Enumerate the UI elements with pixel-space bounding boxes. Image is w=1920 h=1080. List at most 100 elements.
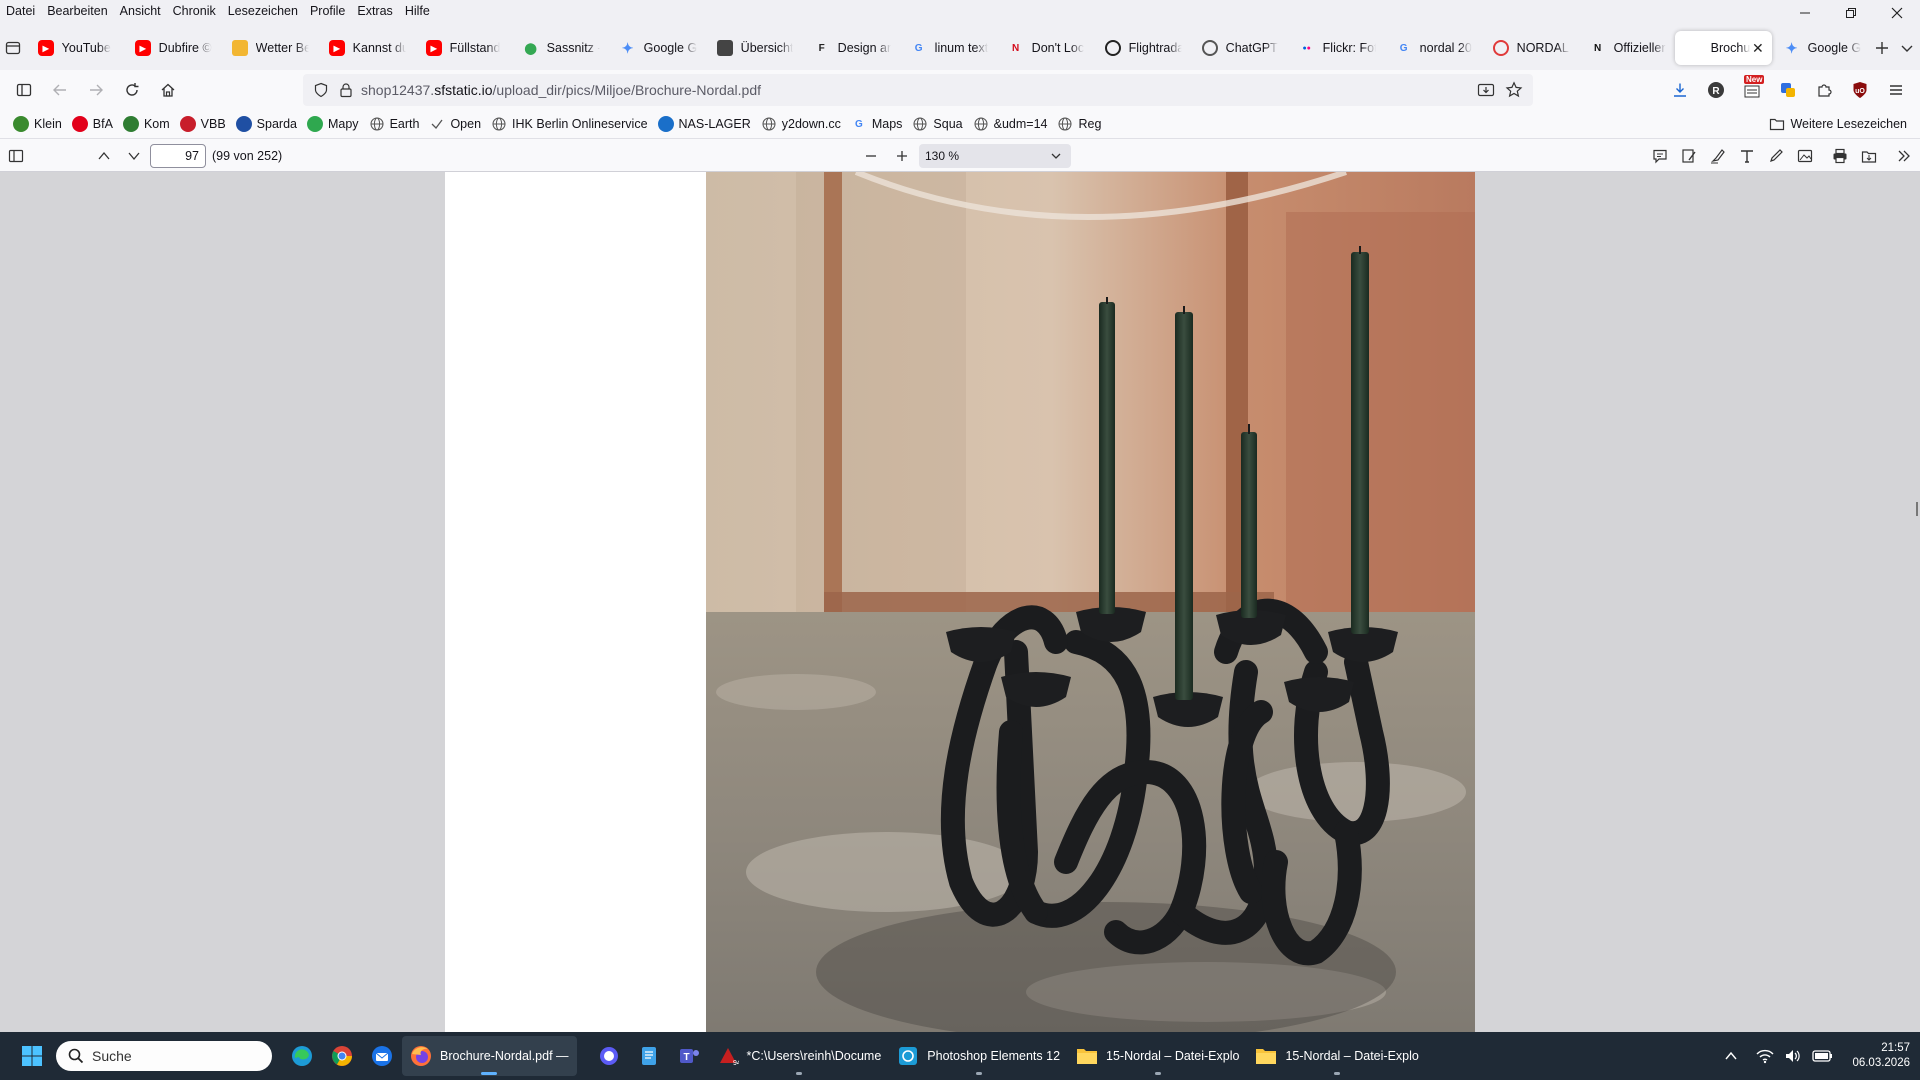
- back-button[interactable]: [42, 74, 78, 106]
- pdf-viewer[interactable]: [0, 172, 1920, 1032]
- restore-button[interactable]: [1828, 0, 1874, 26]
- tab-16[interactable]: N Offizieller: [1578, 31, 1675, 65]
- bookmark-7[interactable]: Open: [424, 112, 486, 136]
- chrome-taskbar-icon[interactable]: [322, 1036, 362, 1076]
- menu-hilfe[interactable]: Hilfe: [399, 4, 436, 18]
- tab-2[interactable]: Wetter Be: [220, 31, 317, 65]
- bookmark-12[interactable]: Squa: [907, 112, 967, 136]
- bookmark-8[interactable]: IHK Berlin Onlineservice: [486, 112, 652, 136]
- ublock-button[interactable]: uO: [1842, 74, 1878, 106]
- extensions-button[interactable]: [1806, 74, 1842, 106]
- tab-9[interactable]: Glinum text: [899, 31, 996, 65]
- menu-bearbeiten[interactable]: Bearbeiten: [41, 4, 113, 18]
- taskbar-app-firefox[interactable]: Brochure-Nordal.pdf —: [402, 1036, 577, 1076]
- bookmark-10[interactable]: y2down.cc: [756, 112, 846, 136]
- new-tab-button[interactable]: [1869, 30, 1895, 66]
- close-tab-icon[interactable]: ✕: [1752, 40, 1764, 57]
- menu-ansicht[interactable]: Ansicht: [114, 4, 167, 18]
- url-text[interactable]: shop12437.sfstatic.io/upload_dir/pics/Mi…: [361, 82, 761, 98]
- close-window-button[interactable]: [1874, 0, 1920, 26]
- start-button[interactable]: [12, 1036, 52, 1076]
- zoom-select[interactable]: 130 %: [919, 144, 1071, 168]
- menu-lesezeichen[interactable]: Lesezeichen: [222, 4, 304, 18]
- signature-button[interactable]: [1676, 143, 1702, 169]
- tab-18[interactable]: ✦ Google G: [1772, 31, 1869, 65]
- tab-5[interactable]: ⬤ Sassnitz -: [511, 31, 608, 65]
- tab-13[interactable]: ● ● Flickr: Fot: [1287, 31, 1384, 65]
- menu-profile[interactable]: Profile: [304, 4, 351, 18]
- print-button[interactable]: [1827, 143, 1853, 169]
- tab-4[interactable]: ▶ Füllstand: [414, 31, 511, 65]
- translate-extension-button[interactable]: [1770, 74, 1806, 106]
- text-button[interactable]: [1734, 143, 1760, 169]
- sidebar-toggle-button[interactable]: [6, 74, 42, 106]
- taskbar-app-photoshop[interactable]: Photoshop Elements 12: [889, 1036, 1068, 1076]
- tab-17[interactable]: Brochu ✕: [1674, 31, 1772, 65]
- bookmark-1[interactable]: BfA: [67, 112, 118, 136]
- notepad-taskbar-icon[interactable]: [629, 1036, 669, 1076]
- tab-6[interactable]: ✦ Google G: [608, 31, 705, 65]
- battery-icon[interactable]: [1812, 1049, 1834, 1063]
- bookmark-14[interactable]: Reg: [1052, 112, 1106, 136]
- bookmark-9[interactable]: NAS-LAGER: [653, 112, 756, 136]
- menu-datei[interactable]: Datei: [0, 4, 41, 18]
- save-pdf-button[interactable]: [1856, 143, 1882, 169]
- menu-extras[interactable]: Extras: [351, 4, 398, 18]
- zoom-in-button[interactable]: [889, 143, 915, 169]
- url-bar[interactable]: shop12437.sfstatic.io/upload_dir/pics/Mi…: [303, 74, 1533, 106]
- app-menu-button[interactable]: [1878, 74, 1914, 106]
- reload-button[interactable]: [114, 74, 150, 106]
- zoom-out-button[interactable]: [858, 143, 884, 169]
- speaker-icon[interactable]: [1784, 1048, 1802, 1064]
- list-all-tabs-button[interactable]: [1894, 30, 1920, 66]
- bookmark-11[interactable]: G Maps: [846, 112, 908, 136]
- home-button[interactable]: [150, 74, 186, 106]
- app-taskbar-icon-blue[interactable]: [589, 1036, 629, 1076]
- bookmark-star-icon[interactable]: [1505, 81, 1523, 99]
- tab-7[interactable]: Übersicht: [705, 31, 802, 65]
- bookmark-4[interactable]: Sparda: [231, 112, 302, 136]
- other-bookmarks-folder[interactable]: Weitere Lesezeichen: [1764, 112, 1912, 136]
- bookmark-6[interactable]: Earth: [364, 112, 425, 136]
- more-tools-button[interactable]: [1891, 143, 1917, 169]
- next-page-button[interactable]: [121, 143, 147, 169]
- profile-r-button[interactable]: R: [1698, 74, 1734, 106]
- reader-save-icon[interactable]: [1477, 82, 1495, 98]
- firefox-view-button[interactable]: [0, 30, 26, 66]
- taskbar-search[interactable]: Suche: [56, 1041, 272, 1071]
- tab-8[interactable]: F Design ar: [802, 31, 899, 65]
- pdf-sidebar-toggle[interactable]: [3, 143, 29, 169]
- edge-taskbar-icon[interactable]: [282, 1036, 322, 1076]
- bookmark-5[interactable]: Mapy: [302, 112, 364, 136]
- tab-11[interactable]: Flightrada: [1093, 31, 1190, 65]
- bookmark-13[interactable]: &udm=14: [968, 112, 1053, 136]
- taskbar-app-explorer-1[interactable]: 15-Nordal – Datei-Explo: [1068, 1036, 1247, 1076]
- forward-button[interactable]: [78, 74, 114, 106]
- image-button[interactable]: [1792, 143, 1818, 169]
- previous-page-button[interactable]: [91, 143, 117, 169]
- page-number-input[interactable]: [150, 144, 206, 168]
- bookmark-0[interactable]: Klein: [8, 112, 67, 136]
- tab-1[interactable]: ▶ Dubfire ©: [123, 31, 220, 65]
- downloads-button[interactable]: [1662, 74, 1698, 106]
- menu-chronik[interactable]: Chronik: [167, 4, 222, 18]
- taskbar-app-explorer-2[interactable]: 15-Nordal – Datei-Explo: [1247, 1036, 1426, 1076]
- teams-taskbar-icon[interactable]: T: [669, 1036, 709, 1076]
- clock[interactable]: 21:57 06.03.2026: [1852, 1041, 1910, 1071]
- bookmark-2[interactable]: Kom: [118, 112, 175, 136]
- tab-0[interactable]: ▶ YouTube: [26, 31, 123, 65]
- tab-15[interactable]: NORDAL -: [1481, 31, 1578, 65]
- minimize-button[interactable]: [1782, 0, 1828, 26]
- taskbar-app-pdf-editor[interactable]: 94 *C:\Users\reinh\Docume: [709, 1036, 890, 1076]
- tab-3[interactable]: ▶ Kannst du: [317, 31, 414, 65]
- tracking-protection-icon[interactable]: [313, 82, 329, 98]
- bookmark-3[interactable]: VBB: [175, 112, 231, 136]
- draw-button[interactable]: [1763, 143, 1789, 169]
- wifi-icon[interactable]: [1756, 1048, 1774, 1064]
- lock-icon[interactable]: [339, 82, 353, 98]
- tab-12[interactable]: ChatGPT: [1190, 31, 1287, 65]
- news-extension-button[interactable]: New: [1734, 74, 1770, 106]
- thunderbird-taskbar-icon[interactable]: [362, 1036, 402, 1076]
- vertical-scrollbar[interactable]: [1916, 502, 1918, 516]
- comment-button[interactable]: [1647, 143, 1673, 169]
